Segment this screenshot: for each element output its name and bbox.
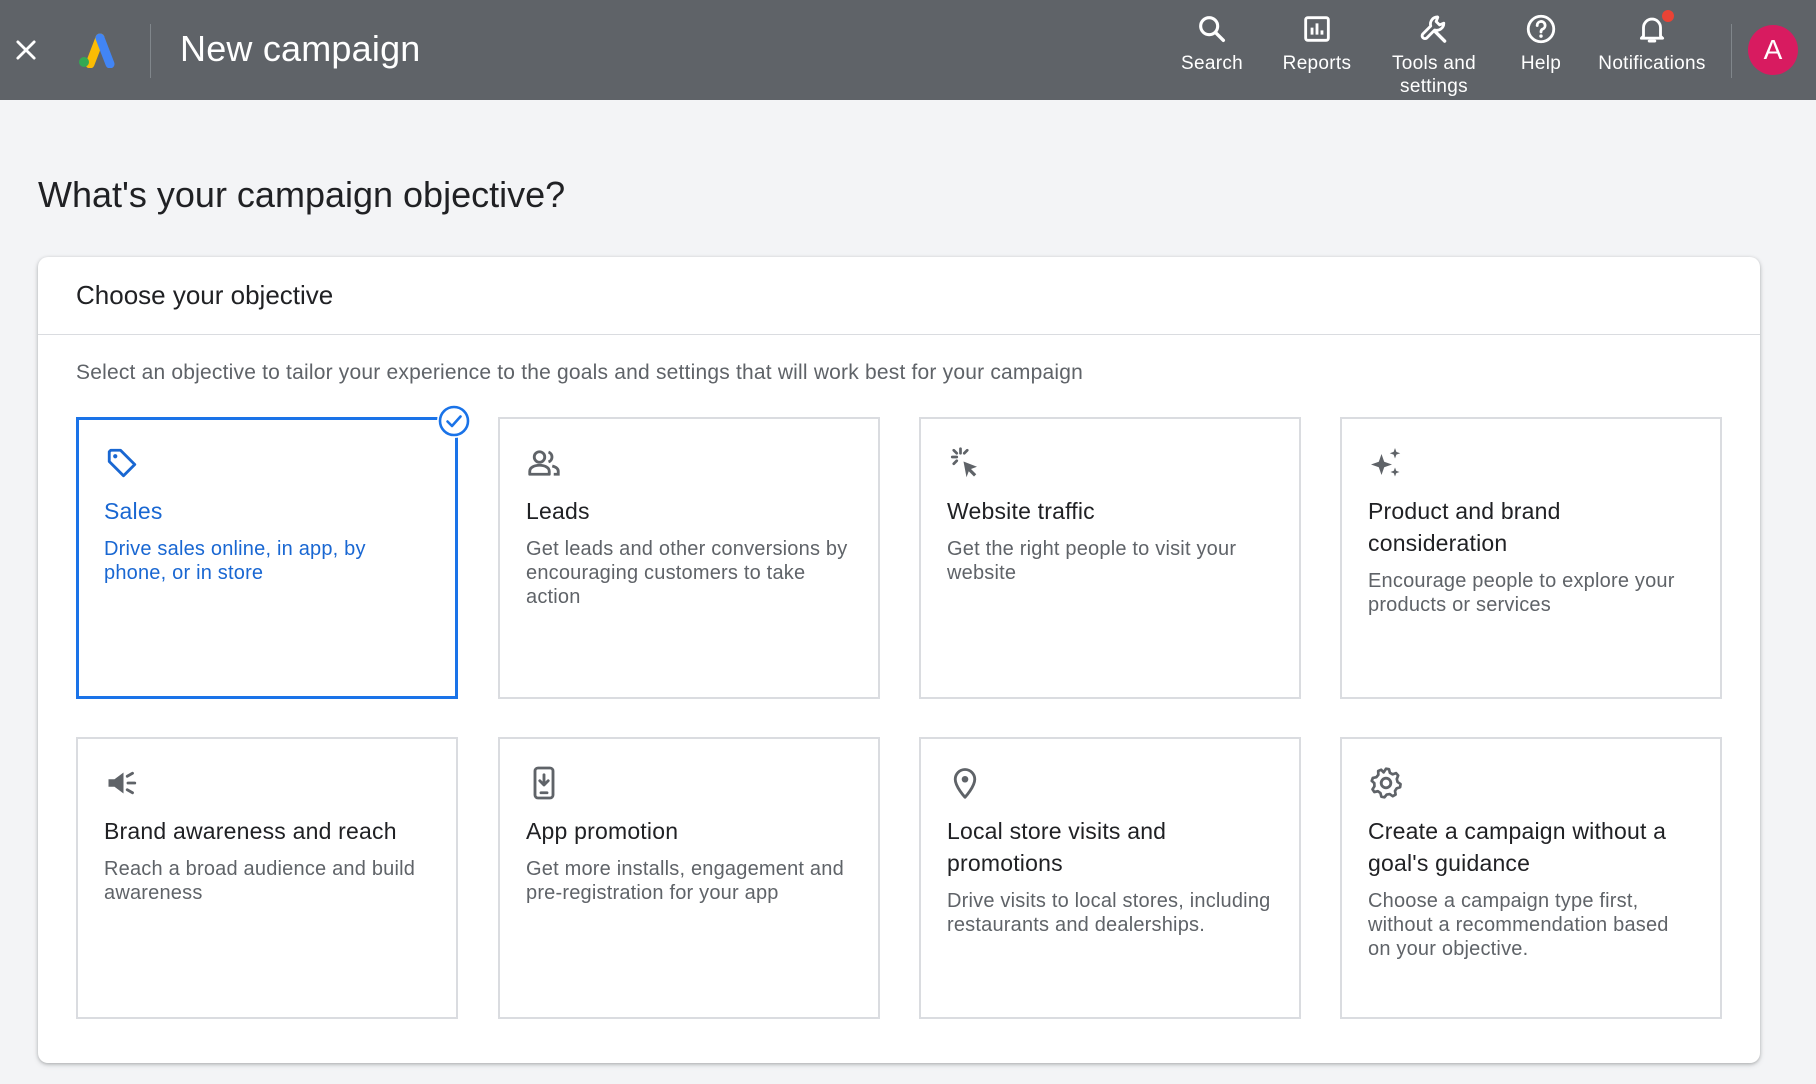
objective-card-product-and-brand-consideration[interactable]: Product and brand consideration Encourag… (1340, 417, 1722, 699)
objective-title: Sales (104, 498, 163, 524)
objective-title: Create a campaign without a goal's guida… (1368, 818, 1667, 876)
people-icon (528, 450, 560, 476)
objective-title: Leads (526, 498, 590, 524)
nav-search[interactable]: Search (1172, 8, 1252, 98)
cursor-click-icon (950, 447, 977, 478)
nav-help[interactable]: Help (1510, 8, 1572, 98)
help-icon (1526, 14, 1556, 44)
objective-title: Product and brand consideration (1368, 498, 1561, 556)
objective-card-app-promotion[interactable]: App promotion Get more installs, engagem… (498, 737, 880, 1019)
top-app-bar: New campaign Search Reports Tools and se… (0, 0, 1816, 100)
objective-description: Get more installs, engagement and pre-re… (526, 858, 844, 904)
objective-description: Reach a broad audience and build awarene… (104, 858, 416, 904)
nav-label: Help (1520, 53, 1562, 74)
phone-download-icon (533, 766, 555, 800)
header-divider (1731, 24, 1732, 78)
google-ads-logo-icon[interactable] (76, 30, 116, 68)
nav-label: Notifications (1598, 53, 1706, 74)
objective-title: Website traffic (947, 498, 1095, 524)
objective-description: Get the right people to visit your websi… (947, 538, 1237, 584)
search-icon (1199, 16, 1226, 43)
nav-tools-and-settings[interactable]: Tools and settings (1380, 8, 1488, 98)
panel-title: Choose your objective (38, 257, 1760, 335)
tag-icon (107, 448, 137, 478)
location-pin-icon (953, 768, 977, 799)
panel-subtitle: Select an objective to tailor your exper… (76, 361, 1083, 384)
sparkle-icon (1371, 448, 1401, 477)
objective-description: Encourage people to explore your product… (1368, 570, 1675, 616)
objective-title: Local store visits and promotions (947, 818, 1167, 876)
close-icon (16, 40, 36, 60)
megaphone-icon (108, 771, 137, 795)
header-divider (150, 24, 151, 78)
gear-icon (1370, 767, 1402, 799)
objective-panel: Choose your objective Select an objectiv… (38, 257, 1760, 1063)
objective-card-website-traffic[interactable]: Website traffic Get the right people to … (919, 417, 1301, 699)
objective-description: Drive visits to local stores, including … (947, 890, 1271, 936)
account-avatar[interactable]: A (1748, 25, 1798, 75)
wrench-icon (1420, 15, 1447, 43)
close-button[interactable] (10, 30, 42, 70)
objective-card-local-store-visits[interactable]: Local store visits and promotions Drive … (919, 737, 1301, 1019)
objective-title: App promotion (526, 818, 679, 844)
check-circle-icon (437, 404, 471, 438)
page-title: What's your campaign objective? (38, 174, 566, 215)
nav-label: Tools and settings (1391, 53, 1477, 97)
app-title: New campaign (180, 28, 421, 69)
objective-title: Brand awareness and reach (104, 818, 397, 844)
objective-card-leads[interactable]: Leads Get leads and other conversions by… (498, 417, 880, 699)
notification-badge (1662, 10, 1674, 22)
nav-label: Reports (1282, 53, 1352, 74)
objective-description: Drive sales online, in app, by phone, or… (104, 538, 366, 584)
objective-card-brand-awareness-and-reach[interactable]: Brand awareness and reach Reach a broad … (76, 737, 458, 1019)
objective-card-sales[interactable]: Sales Drive sales online, in app, by pho… (76, 404, 471, 699)
nav-reports[interactable]: Reports (1275, 8, 1359, 98)
reports-icon (1304, 16, 1330, 42)
objective-description: Get leads and other conversions by encou… (526, 538, 848, 608)
objective-card-no-goal-guidance[interactable]: Create a campaign without a goal's guida… (1340, 737, 1722, 1019)
nav-label: Search (1180, 53, 1243, 74)
objective-description: Choose a campaign type first, without a … (1368, 890, 1669, 960)
nav-notifications[interactable]: Notifications (1590, 8, 1714, 98)
